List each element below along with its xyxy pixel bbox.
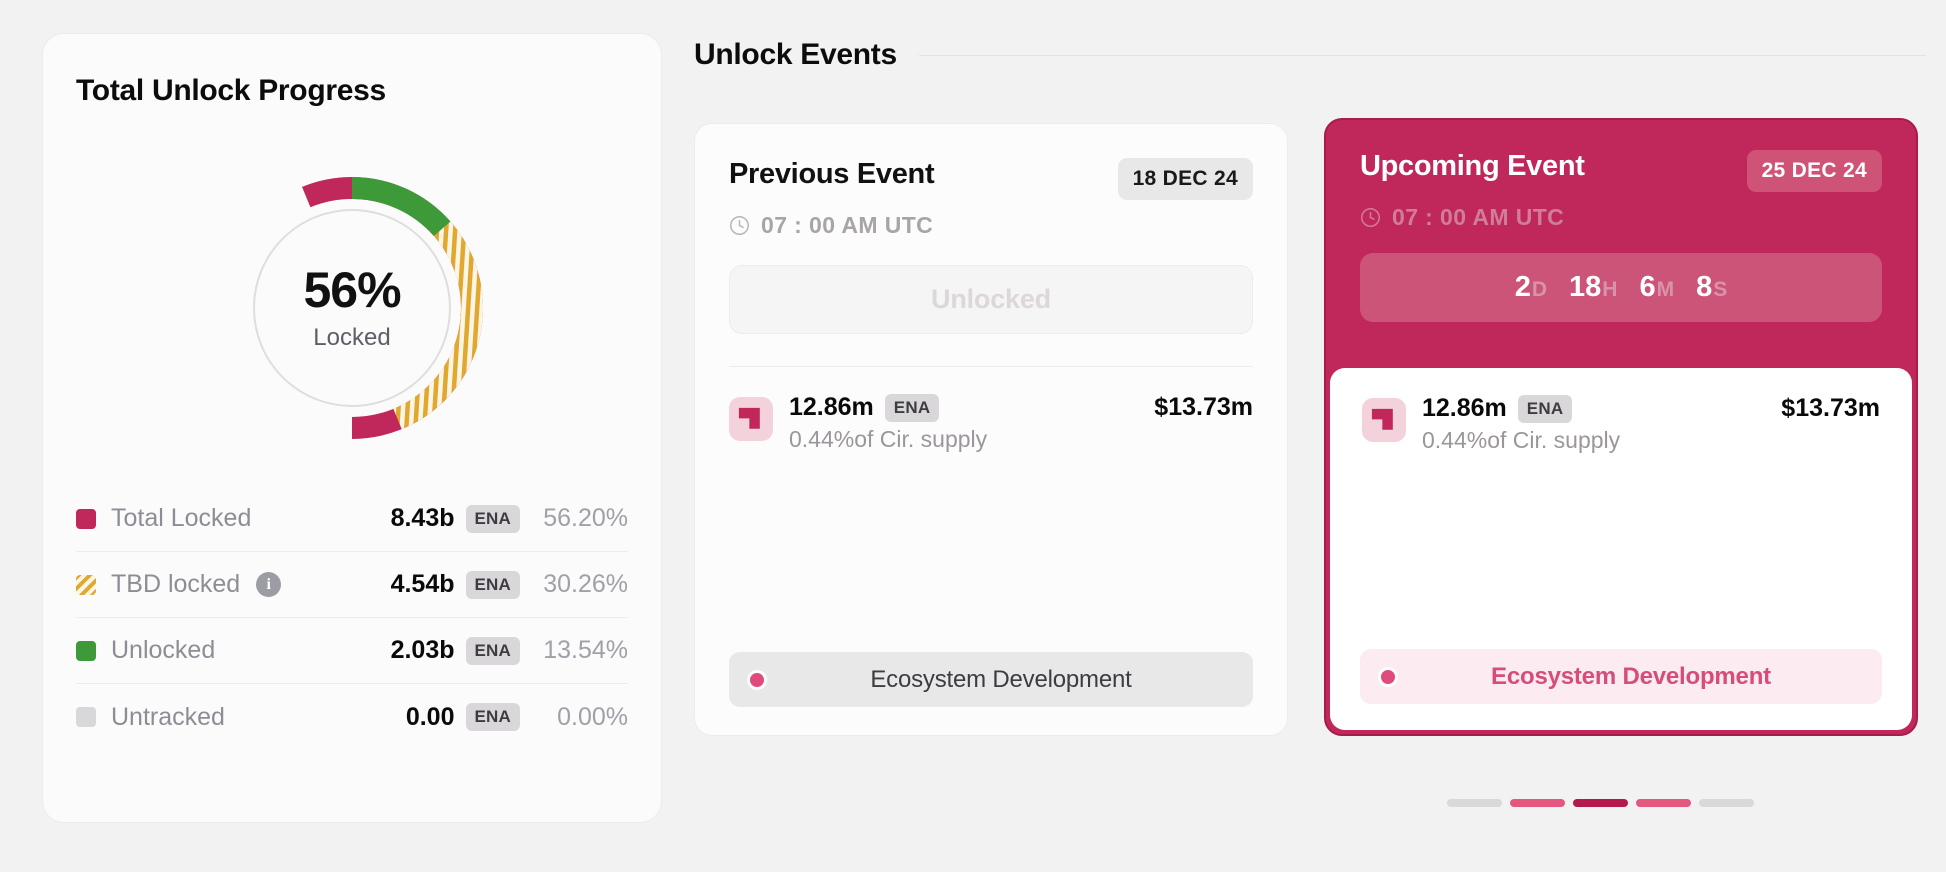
- countdown-seconds-unit: S: [1713, 278, 1727, 301]
- countdown-days: 2D: [1515, 271, 1547, 304]
- upcoming-event-date-chip: 25 DEC 24: [1747, 150, 1882, 192]
- legend-unit-chip: ENA: [466, 505, 521, 533]
- legend-row[interactable]: Unlocked 2.03b ENA 13.54%: [76, 618, 628, 684]
- legend-percent: 56.20%: [520, 504, 628, 533]
- upcoming-event-heading: Upcoming Event 25 DEC 24: [1360, 150, 1882, 192]
- previous-event-time: 07 : 00 AM UTC: [761, 212, 933, 239]
- upcoming-event-inner-panel: 12.86m ENA 0.44%of Cir. supply $13.73m E…: [1330, 368, 1912, 730]
- token-amount-line: 12.86m ENA: [789, 393, 987, 422]
- countdown-days-unit: D: [1532, 278, 1547, 301]
- countdown-minutes-unit: M: [1657, 278, 1675, 301]
- token-unit-chip: ENA: [1518, 395, 1573, 423]
- countdown-hours-value: 18: [1569, 271, 1601, 303]
- previous-event-card[interactable]: Previous Event 18 DEC 24 07 : 00 AM UTC …: [694, 123, 1288, 736]
- donut-center-label: 56% Locked: [216, 172, 488, 444]
- pagination-bar-active[interactable]: [1573, 799, 1628, 807]
- upcoming-event-card[interactable]: Upcoming Event 25 DEC 24 07 : 00 AM UTC …: [1324, 118, 1918, 736]
- previous-event-heading: Previous Event 18 DEC 24: [729, 158, 1253, 200]
- token-usd-value: $13.73m: [1781, 394, 1880, 423]
- legend-row[interactable]: Total Locked 8.43b ENA 56.20%: [76, 486, 628, 552]
- countdown-minutes-value: 6: [1639, 271, 1655, 303]
- legend-label: Total Locked: [111, 504, 251, 533]
- legend-swatch-untracked: [76, 707, 96, 727]
- pagination-bar[interactable]: [1447, 799, 1502, 807]
- upcoming-event-top: Upcoming Event 25 DEC 24 07 : 00 AM UTC …: [1326, 120, 1916, 322]
- legend-unit-chip: ENA: [466, 703, 521, 731]
- upcoming-event-time-row: 07 : 00 AM UTC: [1360, 204, 1882, 231]
- donut-percent-caption: Locked: [313, 324, 390, 352]
- unlock-events-header: Unlock Events: [694, 38, 1926, 72]
- previous-event-category-tag[interactable]: Ecosystem Development: [729, 652, 1253, 707]
- token-amount: 12.86m: [789, 393, 874, 422]
- countdown-hours-unit: H: [1602, 278, 1617, 301]
- category-label: Ecosystem Development: [1398, 663, 1882, 691]
- pagination-bar[interactable]: [1699, 799, 1754, 807]
- upcoming-event-token-row: 12.86m ENA 0.44%of Cir. supply $13.73m: [1362, 394, 1880, 454]
- category-dot-icon: [747, 670, 767, 690]
- token-details: 12.86m ENA 0.44%of Cir. supply: [789, 393, 987, 453]
- legend-swatch-total-locked: [76, 509, 96, 529]
- unlock-donut-chart: 56% Locked: [216, 172, 488, 444]
- legend-percent: 0.00%: [520, 703, 628, 732]
- countdown-seconds-value: 8: [1696, 271, 1712, 303]
- legend-row[interactable]: Untracked 0.00 ENA 0.00%: [76, 684, 628, 750]
- legend-amount: 4.54b: [391, 570, 455, 599]
- section-title: Unlock Events: [694, 38, 897, 72]
- clock-icon: [1360, 207, 1381, 228]
- countdown-days-value: 2: [1515, 271, 1531, 303]
- legend-label: Unlocked: [111, 636, 215, 665]
- unlock-dashboard: Total Unlock Progress 56%: [0, 0, 1946, 872]
- info-icon[interactable]: i: [256, 572, 281, 597]
- category-label: Ecosystem Development: [767, 666, 1253, 694]
- countdown-seconds: 8S: [1696, 271, 1727, 304]
- pagination-bar[interactable]: [1636, 799, 1691, 807]
- header-divider: [919, 55, 1926, 56]
- countdown-hours: 18H: [1569, 271, 1617, 304]
- legend-unit-chip: ENA: [466, 637, 521, 665]
- previous-event-top: Previous Event 18 DEC 24 07 : 00 AM UTC …: [695, 124, 1287, 367]
- upcoming-event-time: 07 : 00 AM UTC: [1392, 204, 1564, 231]
- ena-token-icon: [729, 397, 773, 441]
- pagination-bar[interactable]: [1510, 799, 1565, 807]
- legend-percent: 13.54%: [520, 636, 628, 665]
- token-usd-value: $13.73m: [1154, 393, 1253, 422]
- events-pagination[interactable]: [1447, 799, 1754, 807]
- legend-amount: 0.00: [406, 703, 455, 732]
- legend-percent: 30.26%: [520, 570, 628, 599]
- countdown-minutes: 6M: [1639, 271, 1674, 304]
- countdown-timer: 2D 18H 6M 8S: [1360, 253, 1882, 322]
- legend-label: Untracked: [111, 703, 225, 732]
- token-unit-chip: ENA: [885, 394, 940, 422]
- previous-event-title: Previous Event: [729, 158, 934, 191]
- legend-swatch-tbd-locked: [76, 575, 96, 595]
- total-unlock-progress-card: Total Unlock Progress 56%: [42, 33, 662, 823]
- previous-event-token-row: 12.86m ENA 0.44%of Cir. supply $13.73m: [695, 367, 1287, 453]
- legend-row[interactable]: TBD locked i 4.54b ENA 30.26%: [76, 552, 628, 618]
- donut-percent-value: 56%: [303, 265, 400, 315]
- token-supply-note: 0.44%of Cir. supply: [789, 426, 987, 453]
- token-details: 12.86m ENA 0.44%of Cir. supply: [1422, 394, 1620, 454]
- token-amount: 12.86m: [1422, 394, 1507, 423]
- legend-amount: 8.43b: [391, 504, 455, 533]
- legend-swatch-unlocked: [76, 641, 96, 661]
- previous-event-date-chip: 18 DEC 24: [1118, 158, 1253, 200]
- page-title: Total Unlock Progress: [76, 74, 386, 108]
- ena-token-icon: [1362, 398, 1406, 442]
- legend-label: TBD locked: [111, 570, 240, 599]
- upcoming-event-category-tag[interactable]: Ecosystem Development: [1360, 649, 1882, 704]
- category-dot-icon: [1378, 667, 1398, 687]
- clock-icon: [729, 215, 750, 236]
- token-supply-note: 0.44%of Cir. supply: [1422, 427, 1620, 454]
- unlock-legend: Total Locked 8.43b ENA 56.20% TBD locked…: [76, 486, 628, 750]
- legend-amount: 2.03b: [391, 636, 455, 665]
- previous-event-time-row: 07 : 00 AM UTC: [729, 212, 1253, 239]
- unlocked-status-button[interactable]: Unlocked: [729, 265, 1253, 334]
- token-amount-line: 12.86m ENA: [1422, 394, 1620, 423]
- upcoming-event-title: Upcoming Event: [1360, 150, 1585, 183]
- legend-unit-chip: ENA: [466, 571, 521, 599]
